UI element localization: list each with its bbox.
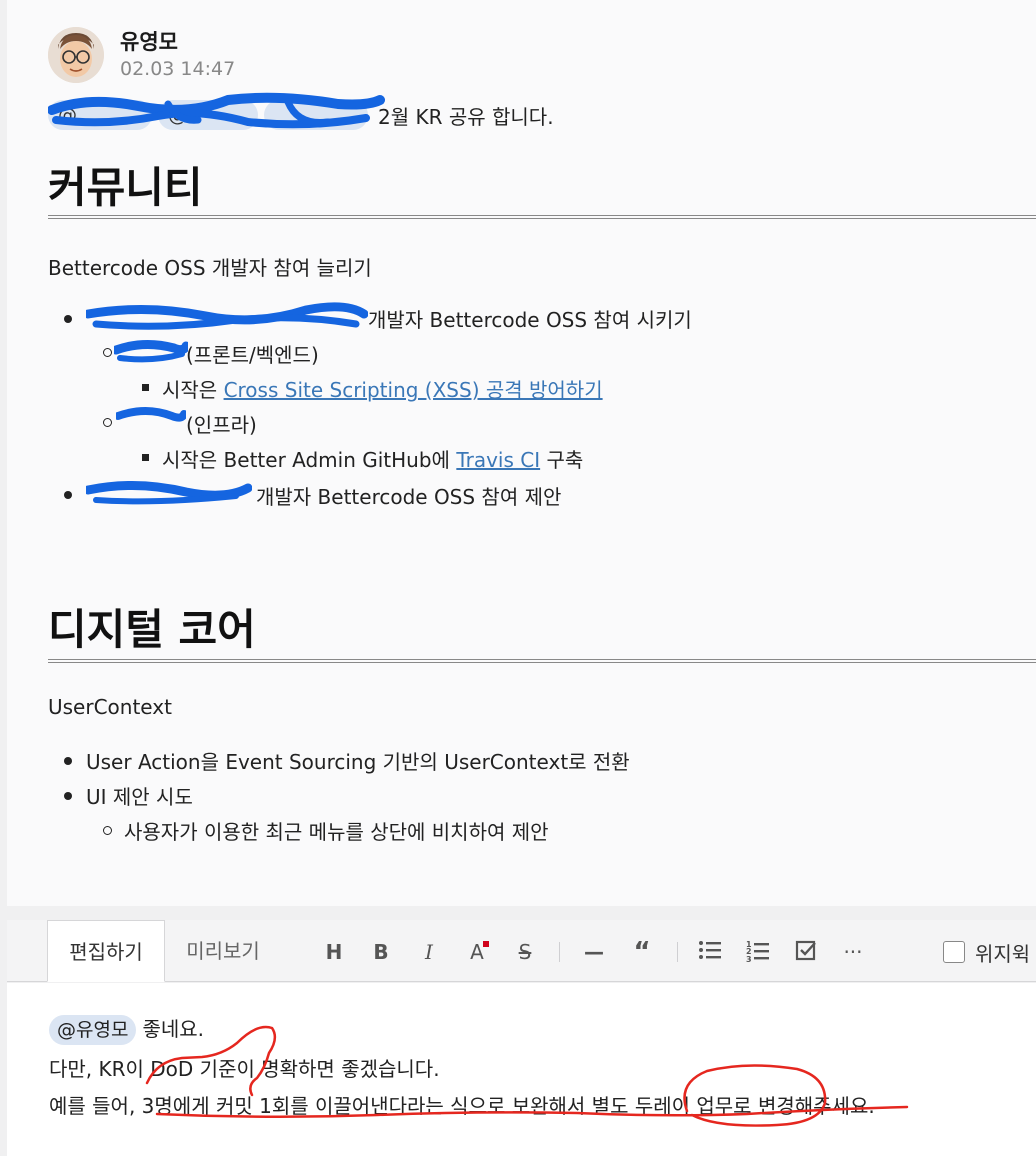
author-name[interactable]: 유영모	[120, 26, 178, 56]
redaction-scribble	[86, 302, 368, 330]
list-item: User Action을 Event Sourcing 기반의 UserCont…	[86, 750, 630, 774]
bold-icon[interactable]: B	[368, 939, 394, 965]
section-intro: UserContext	[48, 695, 172, 719]
svg-text:3: 3	[746, 955, 752, 963]
bullet-circle	[103, 348, 112, 357]
list-item: (프론트/벡엔드)	[186, 343, 319, 367]
numbered-list-icon[interactable]: 123	[745, 939, 771, 965]
bullet-circle	[103, 418, 112, 427]
heading-icon[interactable]: H	[321, 939, 347, 965]
list-item: UI 제안 시도	[86, 785, 193, 809]
xss-link[interactable]: Cross Site Scripting (XSS) 공격 방어하기	[224, 378, 603, 402]
section-title-digital-core: 디지털 코어	[48, 605, 256, 654]
tab-edit[interactable]: 편집하기	[47, 920, 165, 982]
section-divider	[48, 215, 1036, 219]
more-icon[interactable]: ···	[840, 939, 866, 965]
section-intro: Bettercode OSS 개발자 참여 늘리기	[48, 256, 372, 280]
toolbar-divider	[559, 942, 560, 962]
editor-body[interactable]: @유영모 좋네요. 다만, KR이 DoD 기준이 명확하면 좋겠습니다. 예를 …	[7, 983, 1036, 1156]
redaction-scribble	[86, 481, 252, 505]
list-item: (인프라)	[186, 413, 257, 437]
list-item: 시작은 Cross Site Scripting (XSS) 공격 방어하기	[162, 378, 603, 402]
bullet-dot	[64, 792, 72, 800]
editor-toolbar: 편집하기 미리보기 H B I A S — “ 123 ··· 위지윅	[7, 920, 1036, 982]
horizontal-rule-icon[interactable]: —	[581, 939, 607, 965]
bullet-list-icon[interactable]	[697, 939, 723, 965]
bullet-circle	[103, 826, 112, 835]
mention-message: 2월 KR 공유 합니다.	[378, 104, 554, 129]
travis-ci-link[interactable]: Travis CI	[456, 448, 540, 472]
tab-preview[interactable]: 미리보기	[167, 920, 279, 982]
checklist-icon[interactable]	[793, 939, 819, 965]
wysiwyg-label: 위지윅	[975, 942, 1031, 966]
redaction-scribble	[116, 407, 186, 422]
strikethrough-icon[interactable]: S	[512, 939, 538, 965]
wysiwyg-checkbox[interactable]	[943, 941, 965, 963]
annotation-marks	[145, 1025, 909, 1127]
bullet-dot	[64, 315, 72, 323]
bullet-square	[142, 384, 149, 391]
list-item: 시작은 Better Admin GitHub에 Travis CI 구축	[162, 448, 584, 472]
list-item: 개발자 Bettercode OSS 참여 시키기	[368, 308, 692, 332]
text-color-icon[interactable]: A	[464, 939, 490, 965]
bullet-dot	[64, 491, 72, 499]
section-divider	[48, 659, 1036, 663]
redaction-scribble	[48, 92, 385, 129]
toolbar-divider	[677, 942, 678, 962]
list-item: 사용자가 이용한 최근 메뉴를 상단에 비치하여 제안	[124, 820, 549, 844]
bullet-square	[142, 454, 149, 461]
italic-icon[interactable]: I	[416, 939, 442, 965]
section-title-community: 커뮤니티	[48, 163, 203, 212]
avatar[interactable]	[48, 27, 104, 83]
quote-icon[interactable]: “	[629, 939, 655, 965]
list-item: 개발자 Bettercode OSS 참여 제안	[256, 485, 562, 509]
post-timestamp: 02.03 14:47	[120, 58, 236, 80]
redaction-scribble	[114, 340, 188, 363]
bullet-dot	[64, 757, 72, 765]
